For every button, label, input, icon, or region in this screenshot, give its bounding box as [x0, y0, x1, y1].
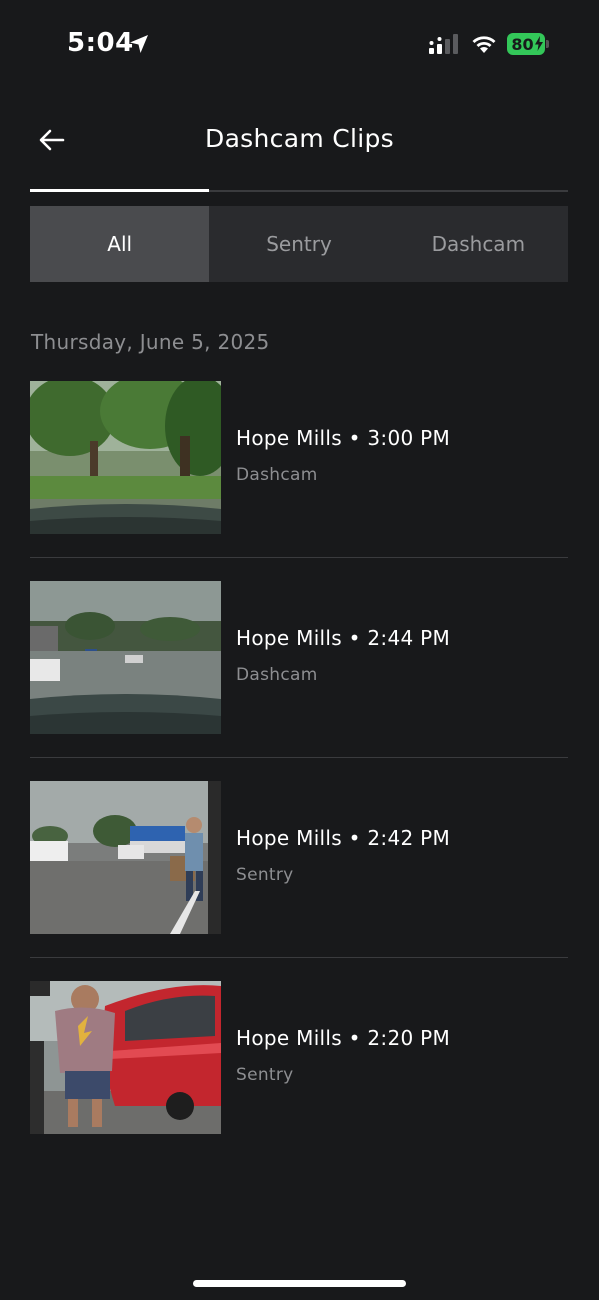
wifi-icon [472, 36, 496, 53]
clip-row[interactable]: Hope Mills • 2:20 PM Sentry [30, 981, 568, 1181]
status-bar: 5:04 80 [0, 0, 599, 90]
row-divider [30, 957, 568, 958]
charging-bolt-icon [535, 36, 543, 51]
clip-type: Dashcam [236, 465, 318, 485]
thumbnail-park-trees-image [30, 381, 221, 534]
clip-title: Hope Mills • 3:00 PM [236, 426, 451, 450]
clip-thumbnail [30, 981, 221, 1134]
clip-title: Hope Mills • 2:44 PM [236, 626, 451, 650]
clip-type: Dashcam [236, 665, 318, 685]
date-header: Thursday, June 5, 2025 [31, 330, 270, 354]
clip-title: Hope Mills • 2:20 PM [236, 1026, 451, 1050]
clip-title: Hope Mills • 2:42 PM [236, 826, 451, 850]
page-title: Dashcam Clips [205, 124, 394, 153]
battery-level: 80 [511, 34, 534, 54]
filter-sentry[interactable]: Sentry [209, 206, 388, 282]
home-indicator[interactable] [193, 1280, 406, 1287]
filter-all[interactable]: All [30, 206, 210, 282]
status-time: 5:04 [67, 28, 134, 58]
thumbnail-parking-lot-person-image [30, 781, 221, 934]
row-divider [30, 557, 568, 558]
clip-type: Sentry [236, 865, 294, 885]
clip-row[interactable]: Hope Mills • 2:42 PM Sentry [30, 781, 568, 981]
filter-dashcam[interactable]: Dashcam [389, 206, 568, 282]
clip-thumbnail [30, 381, 221, 534]
row-divider [30, 757, 568, 758]
clip-row[interactable]: Hope Mills • 3:00 PM Dashcam [30, 381, 568, 581]
header-active-indicator [30, 189, 209, 192]
clip-type: Sentry [236, 1065, 294, 1085]
thumbnail-person-red-car-image [30, 981, 221, 1134]
clip-thumbnail [30, 781, 221, 934]
clip-thumbnail [30, 581, 221, 734]
thumbnail-parking-lot-image [30, 581, 221, 734]
battery-indicator: 80 [507, 33, 545, 55]
location-arrow-icon [130, 35, 148, 53]
cellular-signal-icon [429, 34, 458, 54]
clip-filter-segment: All Sentry Dashcam [30, 206, 568, 282]
clip-row[interactable]: Hope Mills • 2:44 PM Dashcam [30, 581, 568, 781]
battery-tip [546, 40, 549, 48]
